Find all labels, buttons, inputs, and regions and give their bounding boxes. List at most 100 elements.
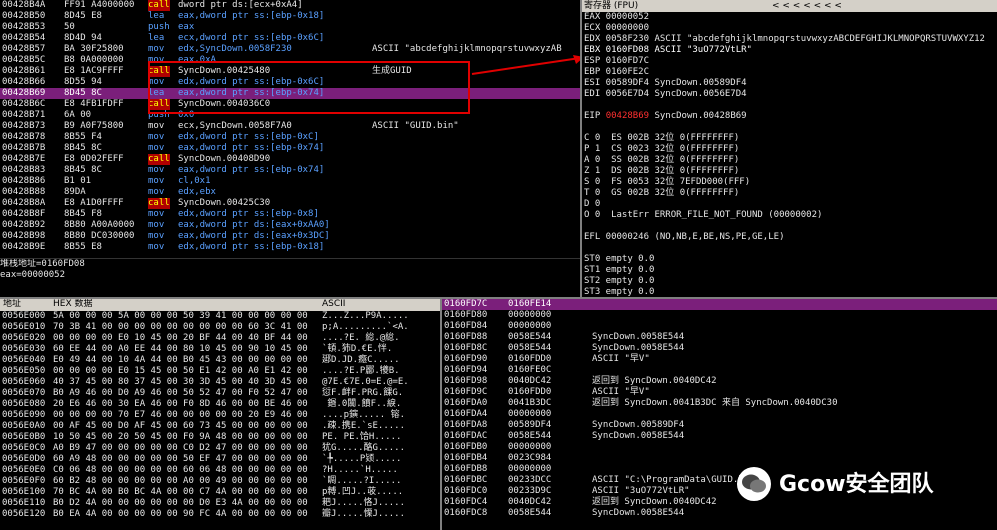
stack-row[interactable]: 0160FD84 00000000 <box>442 321 997 332</box>
disasm-operands: edx,SyncDown.0058F230 <box>178 44 292 54</box>
disasm-opcode: mov <box>148 187 165 197</box>
disasm-hex: 50 <box>64 22 75 32</box>
register-line[interactable]: D 0 <box>582 199 997 210</box>
disasm-operands: dword ptr ds:[ecx+0xA4] <box>178 0 303 10</box>
register-line[interactable] <box>582 122 997 133</box>
register-line[interactable]: ESI 00589DF4 SyncDown.00589DF4 <box>582 78 997 89</box>
disasm-hex: B1 01 <box>64 176 92 186</box>
register-line[interactable]: EIP 00428B69 SyncDown.00428B69 <box>582 111 997 122</box>
disasm-opcode: mov <box>148 176 165 186</box>
disasm-opcode: mov <box>148 231 165 241</box>
dump-row[interactable]: 0056E110 B0 D2 4A 00 00 00 00 00 00 D0 E3… <box>0 498 440 509</box>
disasm-operands: edx,dword ptr ss:[ebp-0x18] <box>178 242 325 252</box>
stack-row[interactable]: 0160FDB4 0023C984 <box>442 453 997 464</box>
stack-row[interactable]: 0160FD88 0058E544 SyncDown.0058E544 <box>442 332 997 343</box>
disasm-opcode: mov <box>148 165 165 175</box>
stack-row[interactable]: 0160FD94 0160FE0C <box>442 365 997 376</box>
register-line[interactable]: ST2 empty 0.0 <box>582 276 997 287</box>
stack-row[interactable]: 0160FDB0 00000000 <box>442 442 997 453</box>
register-line[interactable]: A 0 SS 002B 32位 0(FFFFFFFF) <box>582 155 997 166</box>
disasm-address: 00428B50 <box>2 11 46 21</box>
register-line[interactable]: EBP 0160FE2C <box>582 67 997 78</box>
disassembly-pane[interactable]: 00428B4A FF91 A4000000 call dword ptr ds:[e… <box>0 0 580 258</box>
dump-row[interactable]: 0056E100 70 BC 4A 00 B0 BC 4A 00 00 C7 4A… <box>0 487 440 498</box>
registers-pane[interactable]: 寄存器 (FPU) < < < < < < < EAX 00000052 ECX … <box>582 0 997 298</box>
stack-row[interactable]: 0160FDA8 00589DF4 SyncDown.00589DF4 <box>442 420 997 431</box>
disasm-row[interactable]: 00428B92 8B80 A00A0000 mov eax,dword ptr ds… <box>0 220 580 231</box>
wechat-logo-icon <box>737 467 771 501</box>
dump-row[interactable]: 0056E0D0 60 A9 48 00 00 00 00 00 50 EF 47… <box>0 454 440 465</box>
register-line[interactable]: EFL 00000246 (NO,NB,E,BE,NS,PE,GE,LE) <box>582 232 997 243</box>
disasm-row[interactable]: 00428B54 8D4D 94 lea ecx,dword ptr ss:[ebp-… <box>0 33 580 44</box>
disasm-row[interactable]: 00428B73 B9 A0F75800 mov ecx,SyncDown.0058F… <box>0 121 580 132</box>
disasm-row[interactable]: 00428B88 89DA mov edx,ebx <box>0 187 580 198</box>
register-line[interactable]: Z 1 DS 002B 32位 0(FFFFFFFF) <box>582 166 997 177</box>
disasm-hex: 8D45 8C <box>64 88 102 98</box>
disasm-row[interactable]: 00428B53 50 push eax <box>0 22 580 33</box>
dump-row[interactable]: 0056E070 B0 A9 46 00 D0 A9 46 00 50 52 47… <box>0 388 440 399</box>
disasm-row[interactable]: 00428B78 8B55 F4 mov edx,dword ptr ss:[ebp-… <box>0 132 580 143</box>
disasm-row[interactable]: 00428B9E 8B55 E8 mov edx,dword ptr ss:[ebp-… <box>0 242 580 253</box>
disasm-address: 00428B7E <box>2 154 46 164</box>
register-line[interactable] <box>582 243 997 254</box>
dump-row[interactable]: 0056E0A0 00 AF 45 00 D0 AF 45 00 60 73 45… <box>0 421 440 432</box>
register-line[interactable]: ST0 empty 0.0 <box>582 254 997 265</box>
stack-row[interactable]: 0160FDAC 0058E544 SyncDown.0058E544 <box>442 431 997 442</box>
dump-row[interactable]: 0056E0F0 60 B2 48 00 00 00 00 00 A0 00 49… <box>0 476 440 487</box>
stack-row[interactable]: 0160FD7C 0160FE14 <box>442 299 997 310</box>
dump-row[interactable]: 0056E090 00 00 00 00 70 E7 46 00 00 00 00… <box>0 410 440 421</box>
stack-row[interactable]: 0160FD8C 0058E544 SyncDown.0058E544 <box>442 343 997 354</box>
stack-row[interactable]: 0160FDA4 00000000 <box>442 409 997 420</box>
dump-row[interactable]: 0056E060 40 37 45 00 80 37 45 00 30 3D 45… <box>0 377 440 388</box>
register-line[interactable] <box>582 100 997 111</box>
register-line[interactable]: EAX 00000052 <box>582 12 997 23</box>
registers-nav-arrows[interactable]: < < < < < < < <box>772 0 842 12</box>
register-line[interactable]: ECX 00000000 <box>582 23 997 34</box>
disasm-row[interactable]: 00428B83 8B45 8C mov eax,dword ptr ss:[ebp-… <box>0 165 580 176</box>
dump-row[interactable]: 0056E120 B0 EA 4A 00 00 00 00 00 90 FC 4A… <box>0 509 440 520</box>
register-line[interactable]: O 0 LastErr ERROR_FILE_NOT_FOUND (000000… <box>582 210 997 221</box>
register-line[interactable]: ST1 empty 0.0 <box>582 265 997 276</box>
dump-row[interactable]: 0056E000 5A 00 00 00 5A 00 00 00 50 39 41… <box>0 311 440 322</box>
disasm-row[interactable]: 00428B50 8D45 E8 lea eax,dword ptr ss:[ebp-… <box>0 11 580 22</box>
register-line[interactable]: EDX 0058F230 ASCII "abcdefghijklmnopqrst… <box>582 34 997 45</box>
disasm-row[interactable]: 00428B4A FF91 A4000000 call dword ptr ds:[e… <box>0 0 580 11</box>
register-line[interactable]: T 0 GS 002B 32位 0(FFFFFFFF) <box>582 188 997 199</box>
horizontal-divider[interactable] <box>0 297 997 299</box>
disasm-address: 00428B66 <box>2 77 46 87</box>
dump-pane[interactable]: 0056E000 5A 00 00 00 5A 00 00 00 50 39 41… <box>0 311 440 530</box>
stack-row[interactable]: 0160FD98 0040DC42 返回到 SyncDown.0040DC42 <box>442 376 997 387</box>
register-line[interactable]: S 0 FS 0053 32位 7EFDD000(FFF) <box>582 177 997 188</box>
dump-row[interactable]: 0056E030 60 EE 44 00 A0 EE 44 00 80 10 45… <box>0 344 440 355</box>
disasm-row[interactable]: 00428B8A E8 A1D0FFFF call SyncDown.00425C30 <box>0 198 580 209</box>
stack-address: 0160FD80 <box>444 310 488 320</box>
disasm-row[interactable]: 00428B86 B1 01 mov cl,0x1 <box>0 176 580 187</box>
dump-row[interactable]: 0056E0B0 10 50 45 00 20 50 45 00 F0 9A 48… <box>0 432 440 443</box>
register-line[interactable]: C 0 ES 002B 32位 0(FFFFFFFF) <box>582 133 997 144</box>
dump-row[interactable]: 0056E040 E0 49 44 00 10 4A 44 00 B0 45 43… <box>0 355 440 366</box>
disasm-row[interactable]: 00428B8F 8B45 F8 mov edx,dword ptr ss:[ebp-… <box>0 209 580 220</box>
dump-stack-divider[interactable] <box>440 299 442 530</box>
stack-comment: 返回到 SyncDown.0040DC42 <box>592 497 717 507</box>
disasm-operands: ecx,dword ptr ss:[ebp-0x6C] <box>178 33 325 43</box>
register-line[interactable]: EBX 0160FD08 ASCII "3uO772VtLR" <box>582 45 997 56</box>
dump-row[interactable]: 0056E010 70 3B 41 00 00 00 00 00 00 00 00… <box>0 322 440 333</box>
stack-row[interactable]: 0160FDA0 0041B3DC 返回到 SyncDown.0041B3DC 来自… <box>442 398 997 409</box>
stack-row[interactable]: 0160FD90 0160FDD0 ASCII "早V" <box>442 354 997 365</box>
register-line[interactable] <box>582 221 997 232</box>
stack-row[interactable]: 0160FD80 00000000 <box>442 310 997 321</box>
vertical-divider[interactable] <box>580 0 582 298</box>
register-line[interactable]: EDI 0056E7D4 SyncDown.0056E7D4 <box>582 89 997 100</box>
register-line[interactable]: P 1 CS 0023 32位 0(FFFFFFFF) <box>582 144 997 155</box>
dump-row[interactable]: 0056E0C0 A0 B9 47 00 00 00 00 00 C0 D2 47… <box>0 443 440 454</box>
dump-row[interactable]: 0056E0E0 C0 06 48 00 00 00 00 00 60 06 48… <box>0 465 440 476</box>
disasm-row[interactable]: 00428B7E E8 0D02FEFF call SyncDown.00408D90 <box>0 154 580 165</box>
dump-row[interactable]: 0056E020 00 00 00 00 E0 10 45 00 20 BF 44… <box>0 333 440 344</box>
dump-row[interactable]: 0056E050 00 00 00 00 E0 15 45 00 50 E1 42… <box>0 366 440 377</box>
stack-row[interactable]: 0160FD9C 0160FDD0 ASCII "早V" <box>442 387 997 398</box>
disasm-row[interactable]: 00428B98 8B80 DC030000 mov eax,dword ptr ds… <box>0 231 580 242</box>
register-line[interactable]: ESP 0160FD7C <box>582 56 997 67</box>
stack-row[interactable]: 0160FDC8 0058E544 SyncDown.0058E544 <box>442 508 997 519</box>
dump-row[interactable]: 0056E080 20 E6 46 00 30 EA 46 00 F0 8D 46… <box>0 399 440 410</box>
disasm-row[interactable]: 00428B7B 8B45 8C mov eax,dword ptr ss:[ebp-… <box>0 143 580 154</box>
